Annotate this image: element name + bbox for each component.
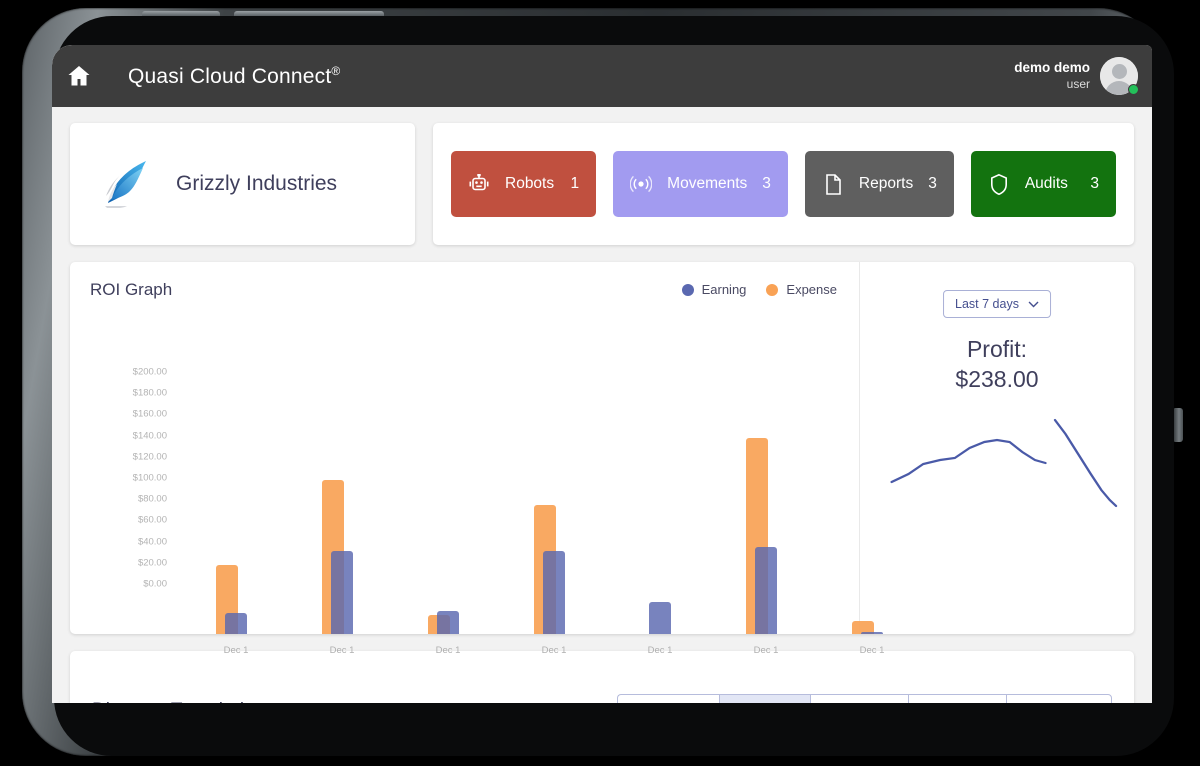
bar-earning[interactable]: [755, 547, 777, 634]
bar-group[interactable]: Dec 1: [314, 312, 370, 656]
profit-value: $238.00: [955, 366, 1039, 392]
stats-card: Robots 1 Movements 3 Reports 3 Audits 3: [433, 123, 1134, 245]
y-axis-tick: $100.00: [132, 472, 167, 484]
y-axis-tick: $160.00: [132, 408, 167, 420]
stat-label: Reports: [858, 175, 914, 192]
stat-count: 1: [570, 175, 580, 192]
x-axis-tick: Dec 1: [753, 645, 779, 656]
x-axis-tick: Dec 1: [859, 645, 885, 656]
stat-count: 3: [1090, 175, 1099, 192]
roi-range-select[interactable]: Last 7 days: [943, 290, 1051, 318]
bar-group[interactable]: Dec 1: [526, 312, 582, 656]
bar-group[interactable]: Dec 1: [632, 312, 688, 656]
distance-range-button[interactable]: Last 7 days: [719, 694, 811, 703]
company-name: Grizzly Industries: [176, 172, 338, 195]
distance-range-button[interactable]: Last 24 hours: [616, 694, 720, 703]
avatar[interactable]: [1100, 57, 1139, 95]
distance-traveled-card: Distance Traveled Last 24 hoursLast 7 da…: [70, 651, 1134, 703]
power-button[interactable]: [1174, 408, 1183, 442]
stat-tile-audits[interactable]: Audits 3: [970, 151, 1116, 217]
robot-icon: [468, 172, 490, 196]
y-axis-tick: $120.00: [132, 451, 167, 463]
company-card: Grizzly Industries: [70, 123, 415, 245]
y-axis-tick: $0.00: [143, 578, 167, 590]
home-icon[interactable]: [62, 59, 96, 93]
x-axis-tick: Dec 1: [435, 645, 461, 656]
y-axis-tick: $200.00: [132, 366, 167, 378]
roi-range-value: Last 7 days: [955, 297, 1019, 311]
roi-chart-panel: ROI Graph Earning Expense $0.00 $20.00 $40…: [70, 262, 885, 657]
y-axis-tick: $80.00: [137, 493, 167, 505]
distance-range-button[interactable]: Last 365 days: [1006, 694, 1112, 703]
x-axis-tick: Dec 1: [647, 645, 673, 656]
y-axis-tick: $180.00: [132, 387, 167, 399]
x-axis-tick: Dec 1: [223, 645, 249, 656]
roi-graph-card: ROI Graph Earning Expense $0.00 $20.00 $40…: [70, 262, 1134, 657]
user-name: demo demo: [1014, 60, 1090, 76]
bar-earning[interactable]: [437, 610, 459, 634]
profit-label: Profit:: [966, 336, 1028, 362]
bar-earning[interactable]: [225, 612, 247, 634]
page-title: Quasi Cloud Connect®: [128, 64, 340, 89]
y-axis-labels: $0.00 $20.00 $40.00 $60.00 $80.00 $100.00 $120…: [100, 262, 167, 634]
distance-title: Distance Traveled: [92, 700, 244, 703]
distance-range-button-group: Last 24 hoursLast 7 daysLast 30 daysLast…: [616, 694, 1112, 703]
stat-label: Movements: [667, 175, 748, 192]
tablet-screen: Quasi Cloud Connect® demo demo user Griz…: [52, 45, 1152, 703]
sparkline-segment: [1053, 418, 1118, 508]
user-role: user: [1066, 76, 1090, 91]
x-axis-tick: Dec 1: [541, 645, 567, 656]
online-status-dot: [1128, 84, 1139, 95]
distance-range-button[interactable]: Last 30 days: [810, 694, 909, 703]
grizzly-wing-logo-icon: [105, 161, 146, 208]
bar-group[interactable]: Dec 1: [738, 312, 794, 656]
registered-mark: ®: [331, 63, 341, 78]
app-header: Quasi Cloud Connect® demo demo user: [52, 45, 1152, 107]
y-axis-tick: $40.00: [137, 536, 167, 548]
y-axis-tick: $140.00: [132, 430, 167, 442]
bar-group[interactable]: Dec 1: [208, 312, 264, 656]
stat-label: Audits: [1024, 175, 1068, 192]
chevron-down-icon: [1028, 301, 1039, 307]
stat-tile-reports[interactable]: Reports 3: [804, 151, 954, 217]
document-icon: [822, 172, 844, 196]
profit-sparkline: [890, 418, 1118, 508]
stat-count: 3: [762, 175, 771, 192]
shield-icon: [988, 172, 1010, 196]
stat-label: Robots: [505, 175, 555, 192]
stat-tile-movements[interactable]: Movements 3: [613, 151, 788, 217]
top-row: Grizzly Industries Robots 1 Movements 3 …: [52, 107, 1152, 245]
y-axis-tick: $20.00: [137, 557, 167, 569]
bar-earning[interactable]: [331, 551, 353, 634]
x-axis-tick: Dec 1: [329, 645, 355, 656]
user-menu[interactable]: demo demo user: [1014, 57, 1139, 95]
y-axis-tick: $60.00: [137, 514, 167, 526]
bar-earning[interactable]: [543, 551, 565, 634]
user-names: demo demo user: [1014, 60, 1090, 92]
bar-group[interactable]: Dec 1: [420, 312, 476, 656]
stat-tile-robots[interactable]: Robots 1: [451, 151, 597, 217]
distance-range-button[interactable]: Last 90 days: [908, 694, 1007, 703]
roi-summary-panel: Last 7 days Profit: $238.00: [860, 262, 1134, 634]
bar-chart-plot: $0.00 $20.00 $40.00 $60.00 $80.00 $100.00 $120…: [70, 262, 885, 657]
motion-sensor-icon: [630, 172, 653, 196]
bar-earning[interactable]: [649, 602, 671, 634]
stat-count: 3: [928, 175, 937, 192]
sparkline-segment: [890, 438, 1047, 484]
app-title-text: Quasi Cloud Connect: [128, 64, 332, 88]
